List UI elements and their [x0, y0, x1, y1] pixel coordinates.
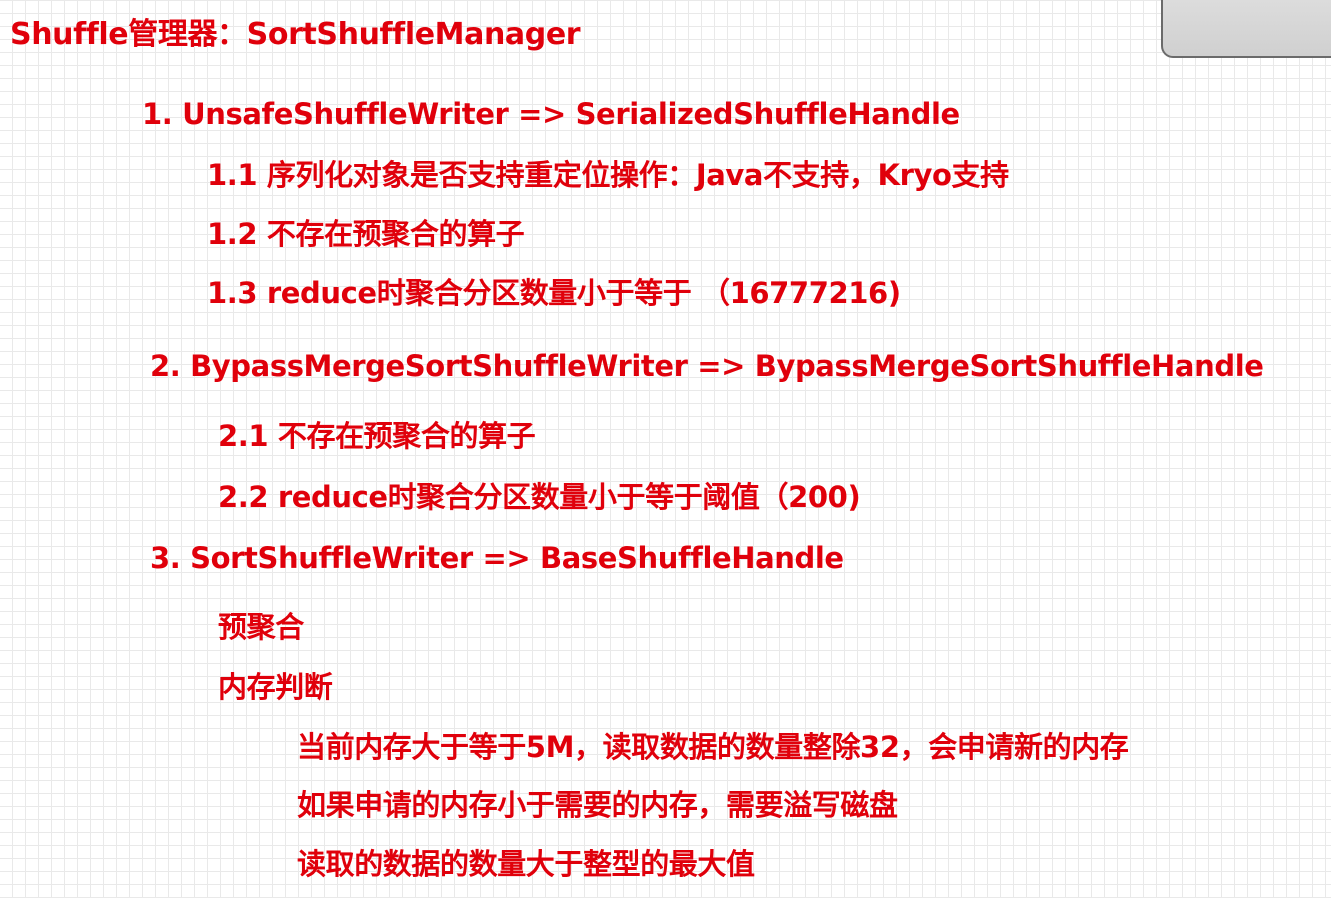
- page-title: Shuffle管理器：SortShuffleManager: [10, 17, 581, 52]
- item-1-1: 1.1 序列化对象是否支持重定位操作：Java不支持，Kryo支持: [207, 158, 1009, 192]
- note-canvas: Shuffle管理器：SortShuffleManager 1. UnsafeS…: [0, 0, 1331, 898]
- item-3-2-detail-2: 如果申请的内存小于需要的内存，需要溢写磁盘: [297, 788, 898, 822]
- corner-panel: [1161, 0, 1331, 58]
- item-3-label: 3. SortShuffleWriter => BaseShuffleHandl…: [150, 541, 844, 575]
- item-2-2: 2.2 reduce时聚合分区数量小于等于阈值（200): [218, 480, 861, 514]
- item-3-2-detail-1: 当前内存大于等于5M，读取数据的数量整除32，会申请新的内存: [297, 730, 1129, 764]
- item-3-2: 内存判断: [218, 670, 333, 704]
- item-2-1: 2.1 不存在预聚合的算子: [218, 419, 536, 453]
- item-2-label: 2. BypassMergeSortShuffleWriter => Bypas…: [150, 349, 1264, 383]
- item-1-2: 1.2 不存在预聚合的算子: [207, 217, 525, 251]
- item-3-1: 预聚合: [218, 610, 304, 644]
- item-1-label: 1. UnsafeShuffleWriter => SerializedShuf…: [142, 97, 960, 131]
- item-3-2-detail-3: 读取的数据的数量大于整型的最大值: [297, 847, 755, 881]
- item-1-3: 1.3 reduce时聚合分区数量小于等于 （16777216): [207, 276, 901, 310]
